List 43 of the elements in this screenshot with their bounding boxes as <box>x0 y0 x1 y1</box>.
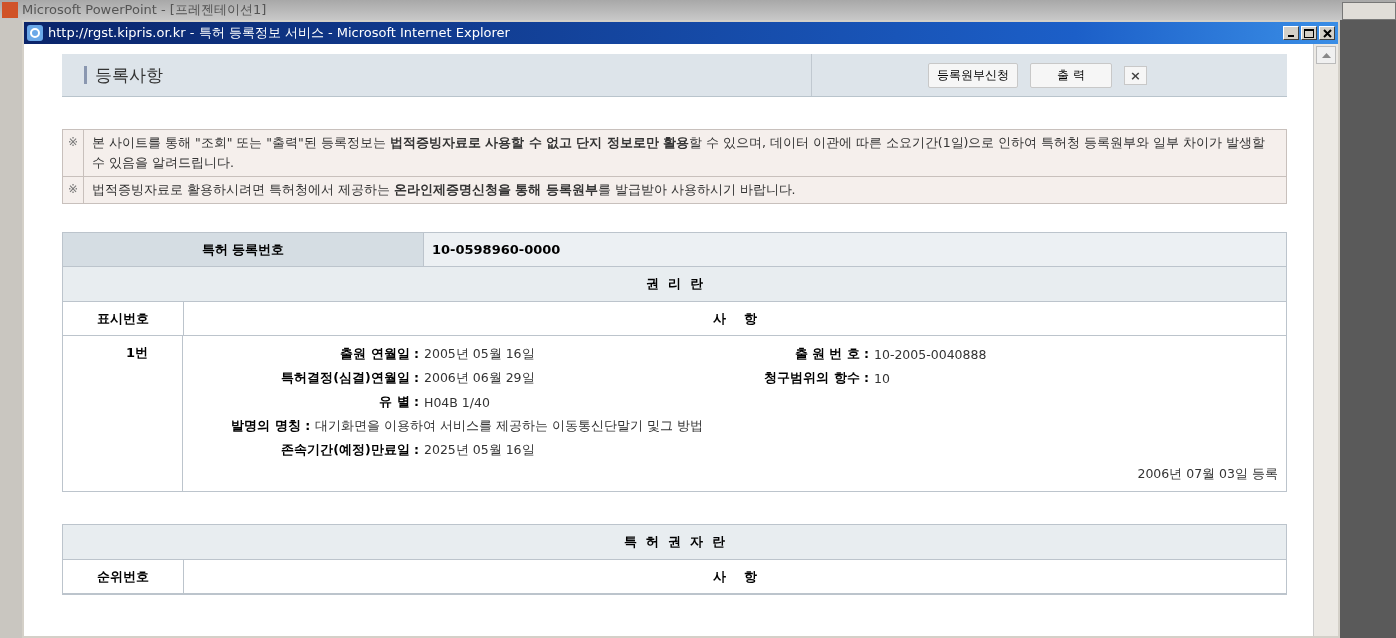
page-button[interactable]: 등록원부신청 <box>928 62 1019 88</box>
app-icon <box>2 2 18 18</box>
column-header: 사 항 <box>711 309 759 328</box>
row-index: 1번 <box>125 345 148 360</box>
page-heading: 등록사항 <box>95 63 163 87</box>
field-label: 특허결정(심결)연월일 : <box>280 369 420 387</box>
app-title: Microsoft PowerPoint - [프레젠테이션1] <box>22 1 267 19</box>
field-label: 발명의 명칭 : <box>230 417 312 435</box>
notice-text: 본 사이트를 통해 "조회" 또는 "출력"된 등록정보는 법적증빙자료로 사용할 수 없고 단지 정보로만 활용할 수 있으며, 데이터 이관에 따른 소요기간(1일)으로 인하여 특허청 등록원부와 일부 차이가 발생할 수 있음을 알려드립니다. <box>91 134 1267 172</box>
page-button[interactable]: 출 력 <box>1030 62 1113 88</box>
up-arrow-icon <box>1321 52 1331 58</box>
column-header: 표시번호 <box>63 302 184 335</box>
scroll-up-button[interactable] <box>1316 46 1336 64</box>
field-label: 출원 연월일 : <box>339 345 420 363</box>
column-header: 순위번호 <box>63 560 184 593</box>
field-label: 청구범위의 항수 : <box>763 369 870 387</box>
close-button[interactable]: × <box>1124 65 1147 85</box>
field-value: 2025년 05월 16일 <box>424 441 535 459</box>
registration-number: 10-0598960-0000 <box>431 241 561 259</box>
heading-marker <box>84 66 87 84</box>
close-button[interactable] <box>1319 26 1335 40</box>
browser-icon <box>27 25 43 41</box>
notice-text: 법적증빙자료로 활용하시려면 특허청에서 제공하는 온라인제증명신청을 통해 등록원부를 발급받아 사용하시기 바랍니다. <box>91 181 797 199</box>
table-header-cell: 특허 등록번호 <box>63 233 424 266</box>
table-title: 권 리 란 <box>63 267 1286 302</box>
field-value: 2006년 06월 29일 <box>424 369 535 387</box>
field-label: 유 별 : <box>378 393 420 411</box>
field-value: 2005년 05월 16일 <box>424 345 535 363</box>
column-header: 사 항 <box>711 567 759 586</box>
window-title: http://rgst.kipris.or.kr - 특허 등록정보 서비스 - Microsoft Internet Explorer <box>48 24 511 42</box>
table-title: 특 허 권 자 란 <box>63 525 1286 560</box>
field-label: 존속기간(예정)만료일 : <box>280 441 420 459</box>
notice-mark: ※ <box>63 177 84 203</box>
notice-mark: ※ <box>63 130 84 176</box>
scrollbar[interactable] <box>1313 44 1338 636</box>
field-value: H04B 1/40 <box>424 394 490 410</box>
field-value: 10 <box>874 370 890 386</box>
field-value: 10-2005-0040888 <box>874 346 987 362</box>
registration-date: 2006년 07월 03일 등록 <box>1137 466 1278 481</box>
minimize-button[interactable] <box>1283 26 1299 40</box>
field-label: 출 원 번 호 : <box>793 345 870 363</box>
field-value: 대기화면을 이용하여 서비스를 제공하는 이동통신단말기 및그 방법 <box>315 417 703 435</box>
maximize-button[interactable] <box>1301 26 1317 40</box>
